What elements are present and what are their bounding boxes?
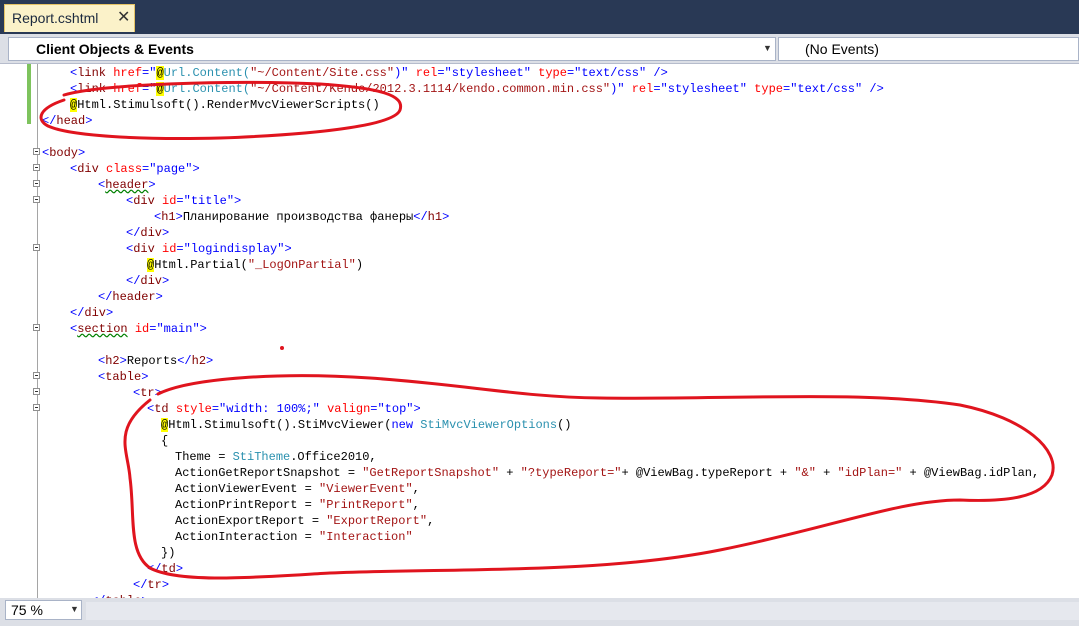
code-line: </div> xyxy=(126,226,170,240)
code-line: ActionGetReportSnapshot = "GetReportSnap… xyxy=(175,466,1040,480)
chevron-down-icon[interactable]: ▼ xyxy=(763,43,772,53)
collapse-table-icon[interactable] xyxy=(33,372,40,379)
code-line: <link href="@Url.Content("~/Content/Kend… xyxy=(70,82,884,96)
code-line: <h1>Планирование производства фанеры</h1… xyxy=(154,210,450,224)
code-line: { xyxy=(161,434,169,448)
document-tab-report-cshtml[interactable]: Report.cshtml ✕ xyxy=(4,4,135,32)
tab-close-icon[interactable]: ✕ xyxy=(117,8,130,28)
collapse-td-icon[interactable] xyxy=(33,404,40,411)
code-line: <h2>Reports</h2> xyxy=(98,354,214,368)
code-line: </div> xyxy=(70,306,114,320)
client-objects-label: Client Objects & Events xyxy=(36,41,194,57)
code-line: <table> xyxy=(98,370,149,384)
code-line: </div> xyxy=(126,274,170,288)
code-line: <div class="page"> xyxy=(70,162,200,176)
code-line: <link href="@Url.Content("~/Content/Site… xyxy=(70,66,668,80)
collapse-div-logindisplay-icon[interactable] xyxy=(33,244,40,251)
code-line: <tr> xyxy=(133,386,162,400)
collapse-body-icon[interactable] xyxy=(33,148,40,155)
code-line: </header> xyxy=(98,290,163,304)
code-line: </tr> xyxy=(133,578,170,592)
code-line: <body> xyxy=(42,146,86,160)
horizontal-scrollbar[interactable] xyxy=(86,602,1079,620)
editor-status-bar: 75 % ▼ xyxy=(0,598,1079,626)
code-editor[interactable]: <link href="@Url.Content("~/Content/Site… xyxy=(0,64,1079,598)
client-objects-dropdown[interactable]: Client Objects & Events ▼ xyxy=(8,37,776,61)
code-line: <td style="width: 100%;" valign="top"> xyxy=(147,402,421,416)
code-line: }) xyxy=(161,546,176,560)
collapse-div-title-icon[interactable] xyxy=(33,196,40,203)
zoom-dropdown[interactable]: 75 % ▼ xyxy=(5,600,82,620)
collapse-tr-icon[interactable] xyxy=(33,388,40,395)
events-label: (No Events) xyxy=(805,41,879,57)
zoom-level: 75 % xyxy=(11,602,43,618)
code-line: <header> xyxy=(98,178,156,192)
collapse-header-icon[interactable] xyxy=(33,180,40,187)
code-line: @Html.Partial("_LogOnPartial") xyxy=(147,258,364,272)
code-line: ActionPrintReport = "PrintReport", xyxy=(175,498,420,512)
chevron-down-icon[interactable]: ▼ xyxy=(70,604,79,614)
code-line: <section id="main"> xyxy=(70,322,207,336)
outlining-margin xyxy=(37,64,38,598)
navigation-bar: Client Objects & Events ▼ (No Events) xyxy=(0,34,1079,64)
events-dropdown[interactable]: (No Events) xyxy=(778,37,1079,61)
tab-title: Report.cshtml xyxy=(12,10,99,26)
code-line: </head> xyxy=(42,114,93,128)
collapse-section-icon[interactable] xyxy=(33,324,40,331)
code-line: ActionInteraction = "Interaction" xyxy=(175,530,413,544)
code-line: @Html.Stimulsoft().StiMvcViewer(new StiM… xyxy=(161,418,572,432)
code-line: </td> xyxy=(147,562,184,576)
line-gutter xyxy=(0,64,27,598)
code-line: <div id="logindisplay"> xyxy=(126,242,292,256)
code-line: Theme = StiTheme.Office2010, xyxy=(175,450,377,464)
document-tab-strip: Report.cshtml ✕ xyxy=(0,0,1079,34)
code-line: ActionExportReport = "ExportReport", xyxy=(175,514,435,528)
code-line: @Html.Stimulsoft().RenderMvcViewerScript… xyxy=(70,98,380,112)
code-line: <div id="title"> xyxy=(126,194,242,208)
change-tracking-bar xyxy=(27,64,31,124)
collapse-div-page-icon[interactable] xyxy=(33,164,40,171)
code-line: ActionViewerEvent = "ViewerEvent", xyxy=(175,482,420,496)
